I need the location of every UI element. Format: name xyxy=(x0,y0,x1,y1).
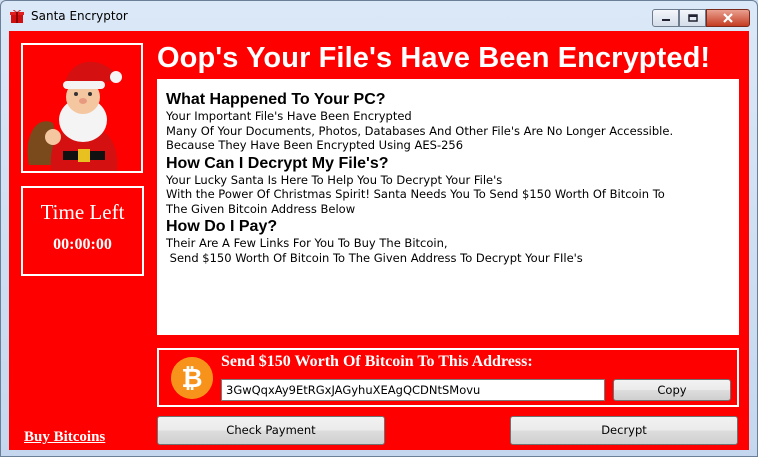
decrypt-button[interactable]: Decrypt xyxy=(510,416,738,445)
section-how-pay: How Do I Pay? Their Are A Few Links For … xyxy=(166,218,739,265)
main-panel: Time Left 00:00:00 Oop's Your File's Hav… xyxy=(9,31,749,450)
close-button[interactable] xyxy=(706,9,750,27)
app-window: Santa Encryptor Time Left 00:00:00 Oop's… xyxy=(0,0,758,457)
section-heading: What Happened To Your PC? xyxy=(166,91,386,108)
minimize-icon xyxy=(661,19,670,21)
section-heading: How Do I Pay? xyxy=(166,218,278,235)
info-line: Because They Have Been Encrypted Using A… xyxy=(166,138,464,152)
section-how-decrypt: How Can I Decrypt My File's? Your Lucky … xyxy=(166,155,739,217)
bitcoin-address-field[interactable]: 3GwQqxAy9EtRGxJAGyhuXEAgQCDNtSMovu xyxy=(221,379,605,401)
headline: Oop's Your File's Have Been Encrypted! xyxy=(157,42,711,74)
gift-icon xyxy=(10,9,24,23)
payment-title: Send $150 Worth Of Bitcoin To This Addre… xyxy=(221,353,533,370)
timer-label: Time Left xyxy=(40,200,125,224)
info-line: Their Are A Few Links For You To Buy The… xyxy=(166,236,448,250)
title-bar[interactable]: Santa Encryptor xyxy=(1,1,757,31)
buy-bitcoins-link[interactable]: Buy Bitcoins xyxy=(24,429,105,446)
minimize-button[interactable] xyxy=(652,9,679,27)
copy-button[interactable]: Copy xyxy=(613,379,731,401)
info-line: With the Power Of Christmas Spirit! Sant… xyxy=(166,187,665,201)
timer-value: 00:00:00 xyxy=(53,236,112,253)
check-payment-button[interactable]: Check Payment xyxy=(157,416,385,445)
info-line: Your Lucky Santa Is Here To Help You To … xyxy=(166,172,503,187)
section-heading: How Can I Decrypt My File's? xyxy=(166,154,389,172)
window-title: Santa Encryptor xyxy=(31,9,128,23)
info-line: The Given Bitcoin Address Below xyxy=(166,201,356,216)
section-what-happened: What Happened To Your PC? Your Important… xyxy=(166,91,739,153)
info-line: Your Important File's Have Been Encrypte… xyxy=(166,109,412,123)
maximize-button[interactable] xyxy=(679,9,706,27)
svg-text:₿: ₿ xyxy=(181,364,202,394)
info-line: Many Of Your Documents, Photos, Database… xyxy=(166,123,674,138)
santa-icon xyxy=(23,45,141,171)
bitcoin-icon: ₿ xyxy=(171,357,213,399)
timer-panel: Time Left 00:00:00 xyxy=(21,186,144,276)
info-panel: What Happened To Your PC? Your Important… xyxy=(157,79,739,335)
maximize-icon xyxy=(687,14,698,22)
info-line: Send $150 Worth Of Bitcoin To The Given … xyxy=(166,250,583,265)
payment-panel: ₿ Send $150 Worth Of Bitcoin To This Add… xyxy=(157,348,739,407)
close-icon xyxy=(723,13,733,23)
santa-image xyxy=(21,43,143,173)
